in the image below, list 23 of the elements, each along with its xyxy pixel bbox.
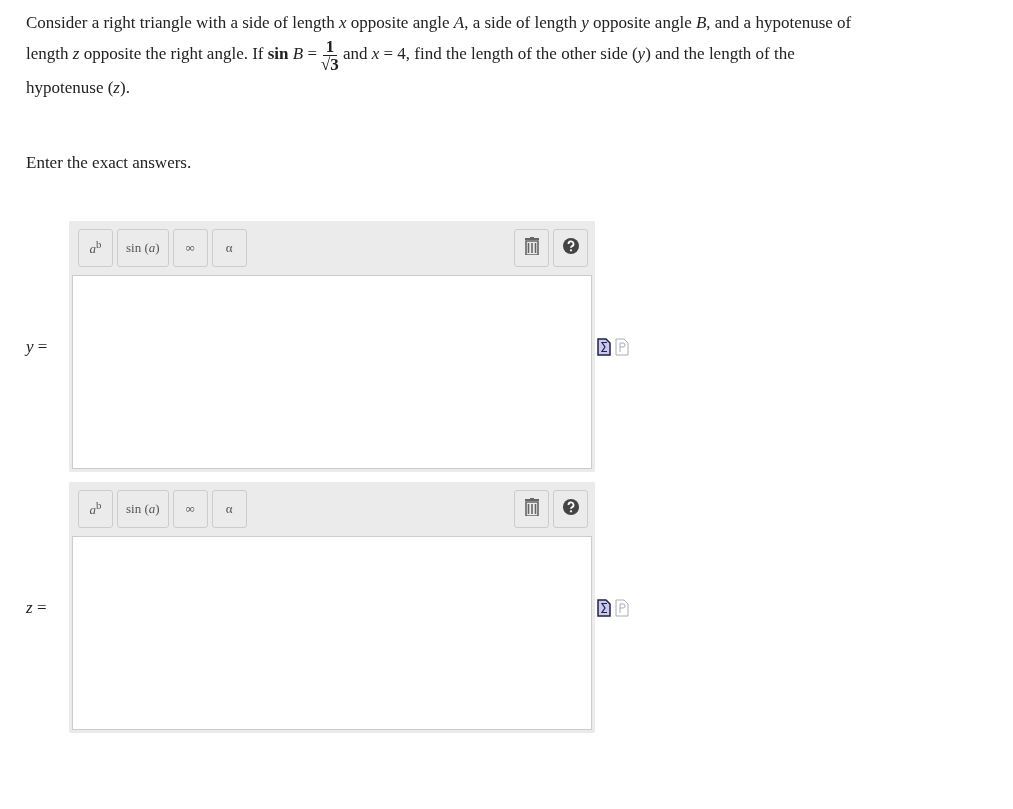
help-button[interactable] <box>553 229 588 267</box>
toolbar-button[interactable]: sin (a) <box>117 229 169 267</box>
trash-icon <box>524 237 539 255</box>
toolbar-button[interactable]: ∞ <box>172 490 208 528</box>
toolbar-button[interactable]: a$^{b}$ <box>78 229 113 267</box>
delete-button[interactable] <box>514 490 549 528</box>
answer-field[interactable] <box>72 275 592 469</box>
toolbar-button[interactable]: a$^{b}$ <box>78 490 113 528</box>
help-icon <box>562 238 579 254</box>
answer-label: y = <box>26 336 49 357</box>
toolbar-button[interactable]: ∞ <box>172 229 208 267</box>
trash-icon <box>524 498 539 516</box>
delete-button[interactable] <box>514 229 549 267</box>
equation-editor-icon[interactable] <box>597 337 611 356</box>
toolbar-button[interactable]: α <box>211 490 247 528</box>
instruction-text: Enter the exact answers. <box>26 153 193 173</box>
toolbar-button[interactable]: α <box>211 229 247 267</box>
help-button[interactable] <box>553 490 588 528</box>
equation-editor-icon[interactable] <box>597 598 611 617</box>
toolbar-button[interactable]: sin (a) <box>117 490 169 528</box>
answer-field[interactable] <box>72 536 592 730</box>
answer-label: z = <box>26 597 48 618</box>
help-icon <box>562 499 579 515</box>
